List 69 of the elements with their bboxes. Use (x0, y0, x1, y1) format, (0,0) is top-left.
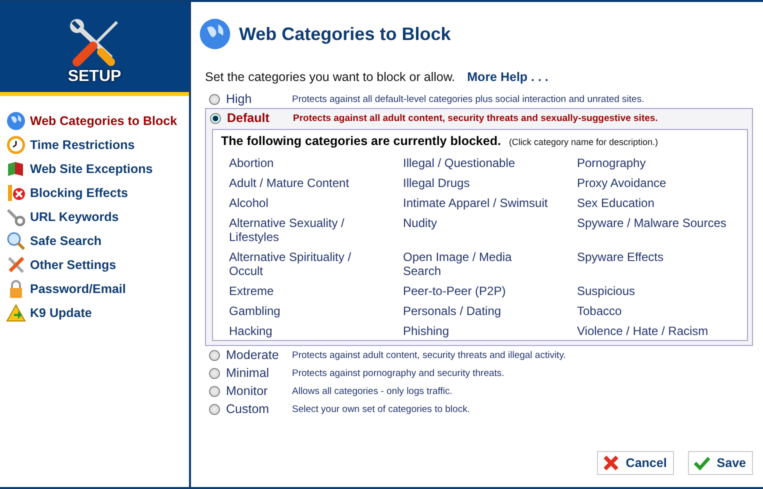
category-link[interactable]: Abortion (229, 156, 274, 170)
sidebar-item[interactable]: Blocking Effects (6, 182, 189, 204)
level-label[interactable]: High (226, 92, 292, 106)
category-link[interactable]: Open Image / Media Search (403, 250, 553, 278)
level-label[interactable]: Minimal (226, 366, 292, 380)
update-icon (6, 303, 26, 323)
category-link[interactable]: Violence / Hate / Racism (577, 324, 708, 338)
level-description: Allows all categories - only logs traffic. (292, 386, 452, 396)
sidebar-item[interactable]: K9 Update (6, 302, 189, 324)
category-link[interactable]: Illegal / Questionable (403, 156, 516, 170)
level-description: Select your own set of categories to block. (292, 404, 470, 414)
intro-text: Set the categories you want to block or allow. (205, 70, 456, 84)
category-link[interactable]: Extreme (229, 284, 274, 298)
radio-button[interactable] (209, 368, 220, 378)
tools-icon (6, 255, 26, 275)
sidebar-title: SETUP (68, 68, 122, 86)
sidebar-item[interactable]: Web Site Exceptions (6, 158, 189, 180)
clock-icon (6, 135, 26, 155)
sidebar-item[interactable]: Web Categories to Block (6, 110, 189, 132)
close-icon (602, 454, 620, 472)
category-link[interactable]: Suspicious (577, 284, 636, 298)
category-link[interactable]: Pornography (577, 156, 646, 170)
category-link[interactable]: Hacking (229, 324, 272, 338)
blocked-hint: (Click category name for description.) (508, 137, 658, 147)
category-link[interactable]: Alternative Spirituality / Occult (229, 250, 379, 278)
page-title: Web Categories to Block (239, 24, 451, 44)
radio-button[interactable] (209, 350, 220, 360)
category-link[interactable]: Phishing (403, 324, 450, 338)
level-description: Protects against adult content, security threats and illegal activity. (292, 350, 566, 360)
save-button[interactable]: Save (688, 451, 753, 475)
radio-button[interactable] (209, 386, 220, 396)
sidebar-item[interactable]: Other Settings (6, 254, 189, 276)
blocked-heading: The following categories are currently blocked. (221, 134, 501, 148)
radio-button[interactable] (210, 112, 221, 124)
flags-icon (6, 159, 26, 179)
search-icon (6, 231, 26, 251)
category-link[interactable]: Tobacco (577, 304, 622, 318)
radio-button[interactable] (209, 94, 220, 104)
check-icon (692, 454, 711, 472)
sidebar-item[interactable]: URL Keywords (6, 206, 189, 228)
category-link[interactable]: Sex Education (577, 196, 654, 210)
category-link[interactable]: Alternative Sexuality / Lifestyles (229, 216, 379, 244)
category-link[interactable]: Spyware / Malware Sources (577, 216, 726, 244)
level-label[interactable]: Custom (226, 402, 292, 416)
level-label[interactable]: Default (227, 111, 293, 125)
more-help-link[interactable]: More Help . . . (467, 70, 548, 84)
level-description: Protects against all adult content, security threats and sexually-suggestive sites. (293, 112, 658, 124)
category-link[interactable]: Adult / Mature Content (229, 176, 350, 190)
category-link[interactable]: Personals / Dating (403, 304, 502, 318)
level-label[interactable]: Moderate (226, 348, 292, 362)
level-description: Protects against pornography and security threats. (292, 368, 504, 378)
key-icon (6, 207, 26, 227)
radio-button[interactable] (209, 404, 220, 414)
globe-icon (6, 111, 26, 131)
category-link[interactable]: Proxy Avoidance (577, 176, 666, 190)
level-label[interactable]: Monitor (226, 384, 292, 398)
category-link[interactable]: Alcohol (229, 196, 268, 210)
globe-icon (199, 18, 231, 50)
sidebar-item[interactable]: Safe Search (6, 230, 189, 252)
category-link[interactable]: Illegal Drugs (403, 176, 470, 190)
sidebar-item[interactable]: Time Restrictions (6, 134, 189, 156)
category-link[interactable]: Peer-to-Peer (P2P) (403, 284, 506, 298)
cancel-button[interactable]: Cancel (596, 451, 674, 475)
category-link[interactable]: Intimate Apparel / Swimsuit (403, 196, 548, 210)
category-link[interactable]: Nudity (403, 216, 438, 244)
category-link[interactable]: Spyware Effects (577, 250, 664, 278)
category-link[interactable]: Gambling (229, 304, 280, 318)
sidebar-item[interactable]: Password/Email (6, 278, 189, 300)
level-description: Protects against all default-level categories plus social interaction and unrated sites. (292, 94, 644, 104)
